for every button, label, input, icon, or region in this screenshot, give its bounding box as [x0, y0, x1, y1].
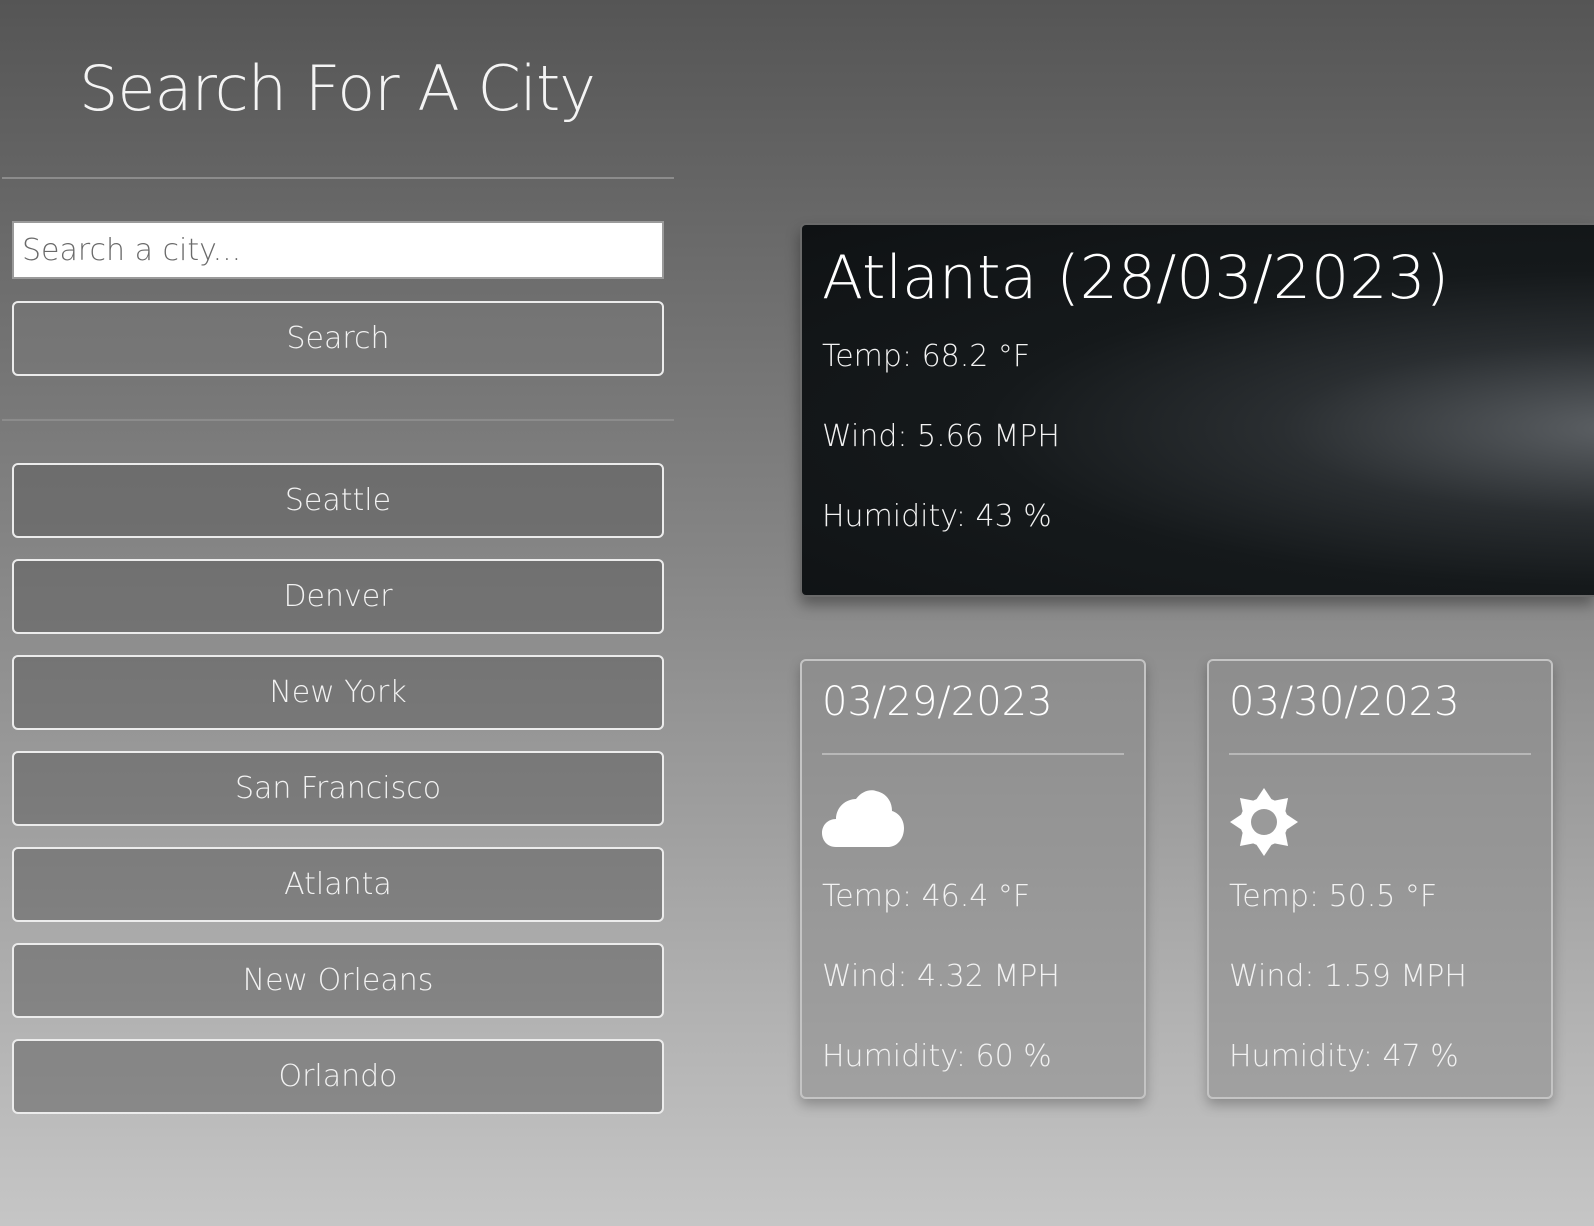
cloud-icon: [822, 787, 1124, 859]
history-button-san-francisco[interactable]: San Francisco: [12, 751, 664, 826]
sidebar: Search For A City Search Seattle Denver …: [0, 0, 674, 1226]
forecast-card: 03/29/2023 Temp: 46.4 °F Wind: 4.32 MPH …: [800, 659, 1146, 1099]
history-button-seattle[interactable]: Seattle: [12, 463, 664, 538]
current-wind: Wind: 5.66 MPH: [822, 419, 1060, 454]
history-button-new-york[interactable]: New York: [12, 655, 664, 730]
search-button[interactable]: Search: [12, 301, 664, 376]
forecast-humidity: Humidity: 47 %: [1229, 1039, 1459, 1074]
forecast-temp: Temp: 50.5 °F: [1229, 879, 1438, 914]
forecast-humidity: Humidity: 60 %: [822, 1039, 1052, 1074]
forecast-temp: Temp: 46.4 °F: [822, 879, 1031, 914]
current-temp: Temp: 68.2 °F: [822, 339, 1031, 374]
forecast-wind: Wind: 1.59 MPH: [1229, 959, 1467, 994]
forecast-date: 03/30/2023: [1229, 679, 1531, 755]
forecast-date: 03/29/2023: [822, 679, 1124, 755]
history-button-denver[interactable]: Denver: [12, 559, 664, 634]
current-weather-title: Atlanta (28/03/2023): [822, 243, 1449, 313]
history-button-orlando[interactable]: Orlando: [12, 1039, 664, 1114]
current-humidity: Humidity: 43 %: [822, 499, 1052, 534]
history-button-atlanta[interactable]: Atlanta: [12, 847, 664, 922]
current-weather-card: Atlanta (28/03/2023) Temp: 68.2 °F Wind:…: [800, 223, 1594, 597]
forecast-card: 03/30/2023 Temp: 50.5 °F Wind: 1.59 MPH …: [1207, 659, 1553, 1099]
search-input[interactable]: [12, 221, 664, 279]
sidebar-title: Search For A City: [79, 52, 596, 125]
history-button-new-orleans[interactable]: New Orleans: [12, 943, 664, 1018]
divider: [2, 177, 674, 179]
divider: [2, 419, 674, 421]
sun-icon: [1229, 787, 1531, 859]
forecast-wind: Wind: 4.32 MPH: [822, 959, 1060, 994]
